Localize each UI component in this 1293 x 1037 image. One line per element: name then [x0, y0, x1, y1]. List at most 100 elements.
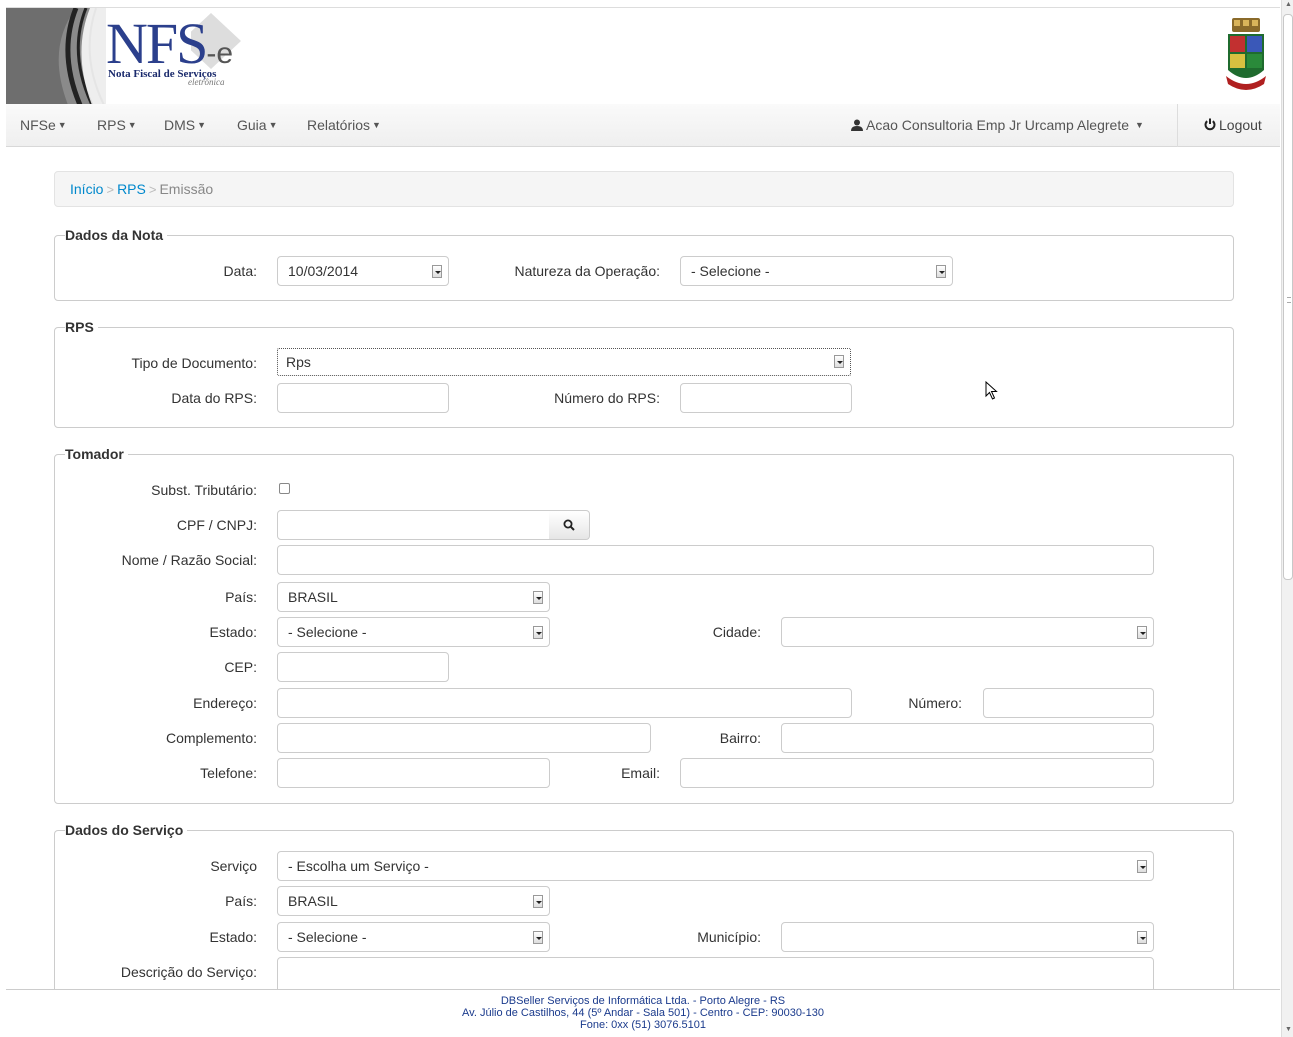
nav-rps-label: RPS: [97, 117, 126, 133]
dropdown-arrow-icon: [533, 895, 543, 908]
servico-estado-select[interactable]: - Selecione -: [277, 922, 550, 952]
bairro-input[interactable]: [781, 723, 1154, 753]
logout-button[interactable]: Logout: [1204, 117, 1262, 133]
numero-rps-input[interactable]: [680, 383, 852, 413]
breadcrumb-current: Emissão: [159, 181, 214, 197]
servico-value: - Escolha um Serviço -: [288, 858, 429, 874]
breadcrumb-home-link[interactable]: Início: [70, 181, 103, 197]
nav-relatorios-label: Relatórios: [307, 117, 371, 133]
search-icon: [563, 519, 575, 531]
subst-tributario-checkbox[interactable]: [279, 483, 290, 494]
fieldset-rps-legend: RPS: [65, 319, 98, 335]
bairro-label: Bairro:: [719, 730, 761, 746]
scrollbar-thumb[interactable]: [1283, 14, 1293, 580]
estado-select[interactable]: - Selecione -: [277, 617, 550, 647]
complemento-label: Complemento:: [165, 730, 257, 746]
tipo-documento-select[interactable]: Rps: [277, 348, 851, 376]
email-input[interactable]: [680, 758, 1154, 788]
data-date-picker[interactable]: 10/03/2014: [277, 256, 449, 286]
cpf-search-button[interactable]: [549, 510, 590, 540]
mouse-cursor-icon: [985, 381, 998, 400]
municipal-crest-icon: [1226, 18, 1266, 90]
municipio-select[interactable]: [781, 922, 1154, 952]
servico-pais-value: BRASIL: [288, 893, 338, 909]
data-rps-label: Data do RPS:: [171, 390, 257, 406]
user-menu-dropdown[interactable]: Acao Consultoria Emp Jr Urcamp Alegrete ▼: [851, 117, 1144, 133]
scroll-up-arrow-icon[interactable]: ▲: [1285, 1, 1292, 8]
cidade-select[interactable]: [781, 617, 1154, 647]
footer-phone: Fone: 0xx (51) 3076.5101: [580, 1019, 706, 1031]
estado-label: Estado:: [209, 624, 257, 640]
telefone-label: Telefone:: [200, 765, 257, 781]
descricao-servico-label: Descrição do Serviço:: [120, 964, 257, 980]
breadcrumb-separator: >: [106, 182, 115, 197]
natureza-label: Natureza da Operação:: [514, 263, 660, 279]
servico-pais-select[interactable]: BRASIL: [277, 886, 550, 916]
tipo-documento-label: Tipo de Documento:: [131, 355, 257, 371]
footer-company: DBSeller Serviços de Informática Ltda. -…: [500, 995, 786, 1007]
cpf-cnpj-label: CPF / CNPJ:: [176, 517, 257, 533]
power-icon: [1204, 118, 1216, 131]
nav-nfse-dropdown[interactable]: NFSe ▼: [20, 117, 67, 133]
page-scrollbar[interactable]: ▲ ▼: [1281, 0, 1293, 1037]
scrollbar-grip: [1287, 297, 1291, 303]
data-label: Data:: [223, 263, 257, 279]
dropdown-arrow-icon: [936, 265, 946, 278]
nome-razao-input[interactable]: [277, 545, 1154, 575]
nav-divider: [1177, 104, 1178, 147]
cpf-cnpj-input[interactable]: [277, 510, 550, 540]
tipo-documento-value: Rps: [286, 354, 311, 370]
nav-guia-dropdown[interactable]: Guia ▼: [237, 117, 278, 133]
complemento-input[interactable]: [277, 723, 651, 753]
natureza-value: - Selecione -: [691, 263, 770, 279]
nav-rps-dropdown[interactable]: RPS ▼: [97, 117, 137, 133]
telefone-input[interactable]: [277, 758, 550, 788]
dropdown-arrow-icon: [1137, 626, 1147, 639]
nav-relatorios-dropdown[interactable]: Relatórios ▼: [307, 117, 381, 133]
logout-label: Logout: [1219, 117, 1262, 133]
caret-down-icon: ▼: [197, 120, 207, 130]
breadcrumb: Início > RPS > Emissão: [54, 171, 1234, 207]
cep-input[interactable]: [277, 652, 449, 682]
cep-label: CEP:: [224, 659, 257, 675]
dropdown-arrow-icon: [533, 931, 543, 944]
main-navbar: NFSe ▼ RPS ▼ DMS ▼ Guia ▼ Relatórios ▼ Acao C…: [6, 104, 1280, 147]
nav-dms-dropdown[interactable]: DMS ▼: [164, 117, 206, 133]
page-footer: DBSeller Serviços de Informática Ltda. -…: [6, 989, 1280, 1037]
endereco-input[interactable]: [277, 688, 852, 718]
logo-nfs-text: NFS: [106, 11, 208, 76]
email-label: Email:: [621, 765, 660, 781]
nome-razao-label: Nome / Razão Social:: [121, 552, 257, 568]
servico-estado-label: Estado:: [209, 929, 257, 945]
caret-down-icon: ▼: [57, 120, 67, 130]
breadcrumb-rps-link[interactable]: RPS: [117, 181, 146, 197]
caret-down-icon: ▼: [127, 120, 137, 130]
dropdown-arrow-icon: [1137, 931, 1147, 944]
fieldset-dados-servico: Dados do Serviço Serviço - Escolha um Se…: [54, 822, 1234, 1010]
cidade-label: Cidade:: [712, 624, 761, 640]
dropdown-arrow-icon: [1137, 860, 1147, 873]
fieldset-tomador: Tomador Subst. Tributário: CPF / CNPJ: N…: [54, 446, 1234, 804]
footer-address: Av. Júlio de Castilhos, 44 (5º Andar - S…: [462, 1007, 824, 1019]
pais-select[interactable]: BRASIL: [277, 582, 550, 612]
data-rps-input[interactable]: [277, 383, 449, 413]
endereco-label: Endereço:: [193, 695, 257, 711]
app-header: NFS-e Nota Fiscal de Serviços eletrônica: [6, 7, 1280, 104]
data-value: 10/03/2014: [288, 263, 359, 279]
user-name: Acao Consultoria Emp Jr Urcamp Alegrete: [866, 117, 1129, 133]
logo[interactable]: NFS-e Nota Fiscal de Serviços eletrônica: [106, 11, 233, 88]
natureza-select[interactable]: - Selecione -: [680, 256, 953, 286]
pais-value: BRASIL: [288, 589, 338, 605]
caret-down-icon: ▼: [268, 120, 278, 130]
dropdown-arrow-icon: [834, 355, 844, 368]
numero-input[interactable]: [983, 688, 1154, 718]
caret-down-icon: ▼: [1135, 120, 1144, 130]
logo-subtitle-eletronica: eletrônica: [188, 77, 225, 87]
servico-pais-label: País:: [225, 893, 257, 909]
servico-select[interactable]: - Escolha um Serviço -: [277, 851, 1154, 881]
scroll-down-arrow-icon[interactable]: ▼: [1285, 1026, 1292, 1033]
nav-guia-label: Guia: [237, 117, 267, 133]
numero-rps-label: Número do RPS:: [554, 390, 660, 406]
pais-label: País:: [225, 589, 257, 605]
logo-swoosh-graphic: [6, 8, 106, 104]
